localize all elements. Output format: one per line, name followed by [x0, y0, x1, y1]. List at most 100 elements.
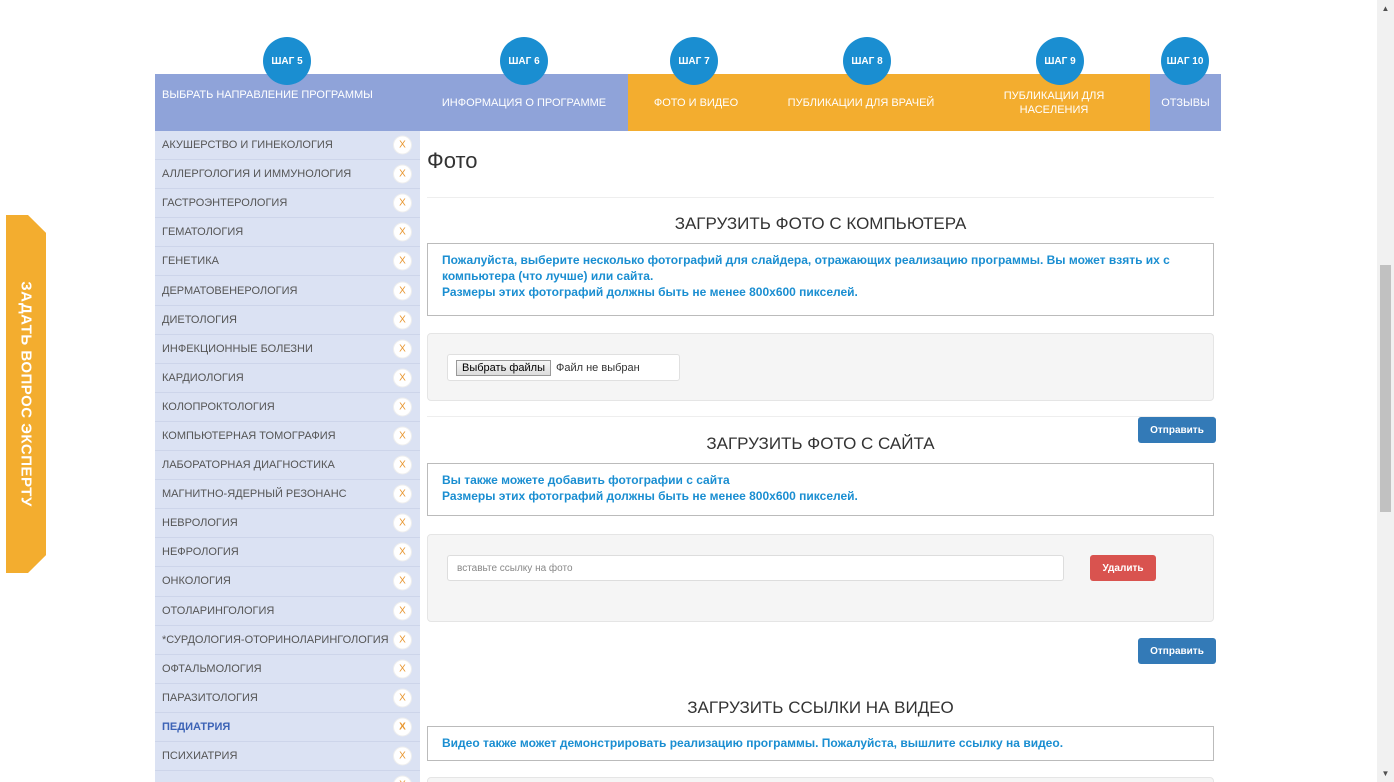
file-input[interactable]: Выбрать файлы Файл не выбран	[447, 354, 680, 381]
upload-site-heading: ЗАГРУЗИТЬ ФОТО С САЙТА	[706, 434, 935, 453]
sidebar-item[interactable]: АЛЛЕРГОЛОГИЯ И ИММУНОЛОГИЯ x	[155, 160, 420, 190]
sidebar-item[interactable]: ГЕМАТОЛОГИЯ x	[155, 218, 420, 248]
remove-icon[interactable]: x	[394, 282, 411, 300]
sidebar-item[interactable]: ПАРАЗИТОЛОГИЯ x	[155, 684, 420, 713]
sidebar-item[interactable]: ЛАБОРАТОРНАЯ ДИАГНОСТИКА x	[155, 451, 420, 481]
remove-icon[interactable]: x	[394, 572, 411, 590]
remove-icon[interactable]: x	[394, 252, 411, 270]
divider	[427, 416, 1214, 417]
sidebar-item[interactable]: *СУРДОЛОГИЯ-ОТОРИНОЛАРИНГОЛОГИЯ x	[155, 626, 420, 655]
sidebar-item-label: ОТОЛАРИНГОЛОГИЯ	[162, 604, 275, 617]
upload-site-info: Вы также можете добавить фотографии с са…	[427, 463, 1214, 516]
remove-icon[interactable]: x	[394, 311, 411, 329]
remove-icon[interactable]: x	[394, 776, 411, 782]
remove-icon[interactable]: x	[394, 631, 411, 649]
step-tab-label: ФОТО И ВИДЕО	[653, 96, 739, 109]
remove-icon[interactable]: x	[394, 136, 411, 154]
sidebar-item-label: КОЛОПРОКТОЛОГИЯ	[162, 400, 275, 413]
step-circle-8: ШАГ 8	[843, 37, 891, 85]
info-text: Размеры этих фотографий должны быть не м…	[442, 489, 858, 503]
sidebar-item-label: АКУШЕРСТВО И ГИНЕКОЛОГИЯ	[162, 139, 333, 152]
info-text: Видео также может демонстрировать реализ…	[442, 736, 1064, 750]
remove-icon[interactable]: x	[394, 718, 411, 736]
sidebar-item-label: ГЕНЕТИКА	[162, 255, 219, 268]
sidebar-item-label: ДЕРМАТОВЕНЕРОЛОГИЯ	[162, 284, 298, 297]
info-text: Размеры этих фотографий должны быть не м…	[442, 285, 858, 299]
sidebar-item[interactable]: ОФТАЛЬМОЛОГИЯ x	[155, 655, 420, 684]
scroll-down-icon[interactable]: ▼	[1380, 768, 1391, 779]
remove-icon[interactable]: x	[394, 689, 411, 707]
direction-list: АКУШЕРСТВО И ГИНЕКОЛОГИЯ x АЛЛЕРГОЛОГИЯ И …	[155, 131, 420, 782]
info-text: Пожалуйста, выберите несколько фотографи…	[442, 253, 1170, 283]
upload-video-info: Видео также может демонстрировать реализ…	[427, 726, 1214, 761]
remove-icon[interactable]: x	[394, 543, 411, 561]
step-circle-7: ШАГ 7	[670, 37, 718, 85]
choose-files-button[interactable]: Выбрать файлы	[456, 359, 551, 376]
step-tab-label: ПУБЛИКАЦИИ ДЛЯ ВРАЧЕЙ	[787, 96, 935, 109]
remove-icon[interactable]: x	[394, 456, 411, 474]
sidebar-item[interactable]: ПЕДИАТРИЯ x	[155, 713, 420, 742]
sidebar-item[interactable]: ОНКОЛОГИЯ x	[155, 567, 420, 597]
info-text: Вы также можете добавить фотографии с са…	[442, 473, 730, 487]
step-tab-label: ПУБЛИКАЦИИ ДЛЯ НАСЕЛЕНИЯ	[1003, 89, 1105, 116]
remove-icon[interactable]: x	[394, 514, 411, 532]
step-circle-5: ШАГ 5	[263, 37, 311, 85]
remove-icon[interactable]: x	[394, 165, 411, 183]
send-button[interactable]: Отправить	[1138, 638, 1216, 664]
remove-icon[interactable]: x	[394, 223, 411, 241]
sidebar-item[interactable]: ДИЕТОЛОГИЯ x	[155, 306, 420, 335]
sidebar-item[interactable]: x	[155, 771, 420, 782]
sidebar-item-label: ГЕМАТОЛОГИЯ	[162, 226, 244, 239]
no-file-label: Файл не выбран	[556, 361, 640, 374]
sidebar-item[interactable]: МАГНИТНО-ЯДЕРНЫЙ РЕЗОНАНС x	[155, 480, 420, 510]
remove-icon[interactable]: x	[394, 398, 411, 416]
step-circle-6: ШАГ 6	[500, 37, 548, 85]
sidebar-item-label: ОНКОЛОГИЯ	[162, 575, 231, 588]
remove-icon[interactable]: x	[394, 340, 411, 358]
sidebar-item-label: ПЕДИАТРИЯ	[162, 720, 231, 733]
sidebar-item-label: ПАРАЗИТОЛОГИЯ	[162, 691, 258, 704]
page-title: Фото	[427, 148, 478, 173]
delete-button[interactable]: Удалить	[1090, 555, 1156, 581]
sidebar-item[interactable]: КАРДИОЛОГИЯ x	[155, 364, 420, 393]
remove-icon[interactable]: x	[394, 602, 411, 620]
sidebar-item-label: НЕВРОЛОГИЯ	[162, 517, 238, 530]
sidebar-item-label: НЕФРОЛОГИЯ	[162, 546, 239, 559]
sidebar-item[interactable]: КОЛОПРОКТОЛОГИЯ x	[155, 393, 420, 422]
ask-expert-tab[interactable]: ЗАДАТЬ ВОПРОС ЭКСПЕРТУ	[6, 215, 46, 573]
upload-computer-info: Пожалуйста, выберите несколько фотографи…	[427, 243, 1214, 316]
photo-link-input[interactable]: вставьте ссылку на фото	[447, 555, 1064, 581]
remove-icon[interactable]: x	[394, 369, 411, 387]
step-tab-label: ВЫБРАТЬ НАПРАВЛЕНИЕ ПРОГРАММЫ	[162, 89, 373, 101]
sidebar-item[interactable]: ДЕРМАТОВЕНЕРОЛОГИЯ x	[155, 276, 420, 306]
sidebar-item[interactable]: ИНФЕКЦИОННЫЕ БОЛЕЗНИ x	[155, 335, 420, 364]
sidebar-item[interactable]: АКУШЕРСТВО И ГИНЕКОЛОГИЯ x	[155, 131, 420, 161]
sidebar-item-label: КАРДИОЛОГИЯ	[162, 371, 244, 384]
sidebar-item-label: МАГНИТНО-ЯДЕРНЫЙ РЕЗОНАНС	[162, 488, 347, 501]
page: ЗАДАТЬ ВОПРОС ЭКСПЕРТУ ВЫБРАТЬ НАПРАВЛЕН…	[0, 0, 1394, 782]
upload-computer-heading: ЗАГРУЗИТЬ ФОТО С КОМПЬЮТЕРА	[674, 214, 967, 233]
sidebar-item[interactable]: ОТОЛАРИНГОЛОГИЯ x	[155, 597, 420, 626]
scrollbar[interactable]: ▲ ▼	[1377, 0, 1394, 782]
remove-icon[interactable]: x	[394, 747, 411, 765]
remove-icon[interactable]: x	[394, 485, 411, 503]
step-circle-9: ШАГ 9	[1036, 37, 1084, 85]
scroll-thumb[interactable]	[1380, 265, 1391, 512]
sidebar-item[interactable]: КОМПЬЮТЕРНАЯ ТОМОГРАФИЯ x	[155, 422, 420, 452]
sidebar-item-label: КОМПЬЮТЕРНАЯ ТОМОГРАФИЯ	[162, 429, 336, 442]
remove-icon[interactable]: x	[394, 427, 411, 445]
sidebar-item[interactable]: ГЕНЕТИКА x	[155, 247, 420, 277]
divider	[427, 197, 1214, 198]
sidebar-item[interactable]: ПСИХИАТРИЯ x	[155, 742, 420, 772]
sidebar-item[interactable]: НЕВРОЛОГИЯ x	[155, 509, 420, 539]
sidebar-item-label: ПСИХИАТРИЯ	[162, 750, 238, 763]
sidebar-item-label: АЛЛЕРГОЛОГИЯ И ИММУНОЛОГИЯ	[162, 168, 352, 181]
scroll-up-icon[interactable]: ▲	[1380, 3, 1391, 14]
sidebar-item[interactable]: ГАСТРОЭНТЕРОЛОГИЯ x	[155, 189, 420, 219]
remove-icon[interactable]: x	[394, 194, 411, 212]
sidebar-item-label: ДИЕТОЛОГИЯ	[162, 313, 237, 326]
step-circle-10: ШАГ 10	[1161, 37, 1209, 85]
remove-icon[interactable]: x	[394, 660, 411, 678]
sidebar-item[interactable]: НЕФРОЛОГИЯ x	[155, 538, 420, 568]
sidebar-item-label: ГАСТРОЭНТЕРОЛОГИЯ	[162, 197, 288, 210]
